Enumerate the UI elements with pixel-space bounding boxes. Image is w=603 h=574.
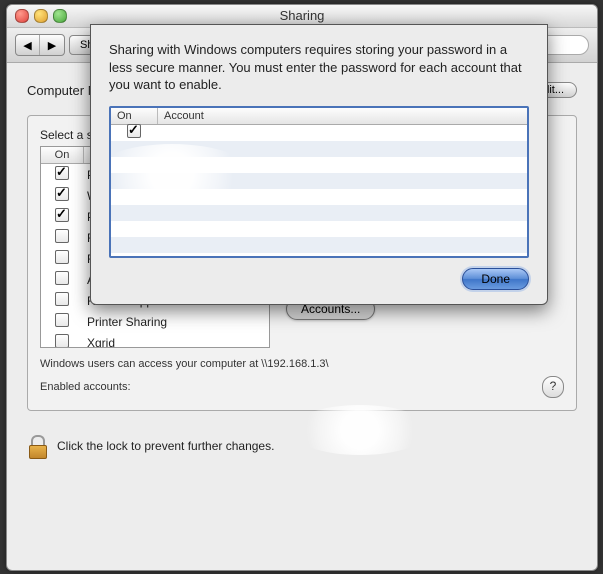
account-row[interactable] [111,221,527,237]
account-row[interactable] [111,125,527,141]
lock-icon[interactable] [27,433,49,459]
account-checkbox[interactable] [127,124,141,138]
enabled-accounts-label: Enabled accounts: [40,381,131,393]
zoom-icon[interactable] [53,9,67,23]
service-row[interactable]: Printer Sharing [41,311,269,332]
lock-text: Click the lock to prevent further change… [57,439,274,453]
nav-back-forward: ◀ ▶ [15,34,65,56]
forward-button[interactable]: ▶ [40,35,64,55]
service-checkbox[interactable] [55,313,69,327]
service-checkbox[interactable] [55,334,69,348]
account-row[interactable] [111,205,527,221]
accounts-sheet: Sharing with Windows computers requires … [90,24,548,305]
service-checkbox[interactable] [55,250,69,264]
service-name: Printer Sharing [83,315,167,329]
account-row[interactable] [111,237,527,253]
minimize-icon[interactable] [34,9,48,23]
service-checkbox[interactable] [55,166,69,180]
back-button[interactable]: ◀ [16,35,40,55]
window-title: Sharing [280,8,325,23]
service-checkbox[interactable] [55,187,69,201]
accounts-table: On Account [109,106,529,258]
account-row[interactable] [111,157,527,173]
account-row[interactable] [111,189,527,205]
service-name: Xgrid [83,336,115,349]
service-checkbox[interactable] [55,229,69,243]
service-checkbox[interactable] [55,292,69,306]
sheet-col-account: Account [158,108,210,124]
account-row[interactable] [111,173,527,189]
close-icon[interactable] [15,9,29,23]
done-button[interactable]: Done [462,268,529,290]
sheet-message: Sharing with Windows computers requires … [109,41,529,94]
service-checkbox[interactable] [55,208,69,222]
service-row[interactable]: Xgrid [41,332,269,348]
service-checkbox[interactable] [55,271,69,285]
access-info: Windows users can access your computer a… [40,358,564,370]
help-button[interactable]: ? [542,376,564,398]
account-row[interactable] [111,141,527,157]
col-on: On [41,147,84,163]
